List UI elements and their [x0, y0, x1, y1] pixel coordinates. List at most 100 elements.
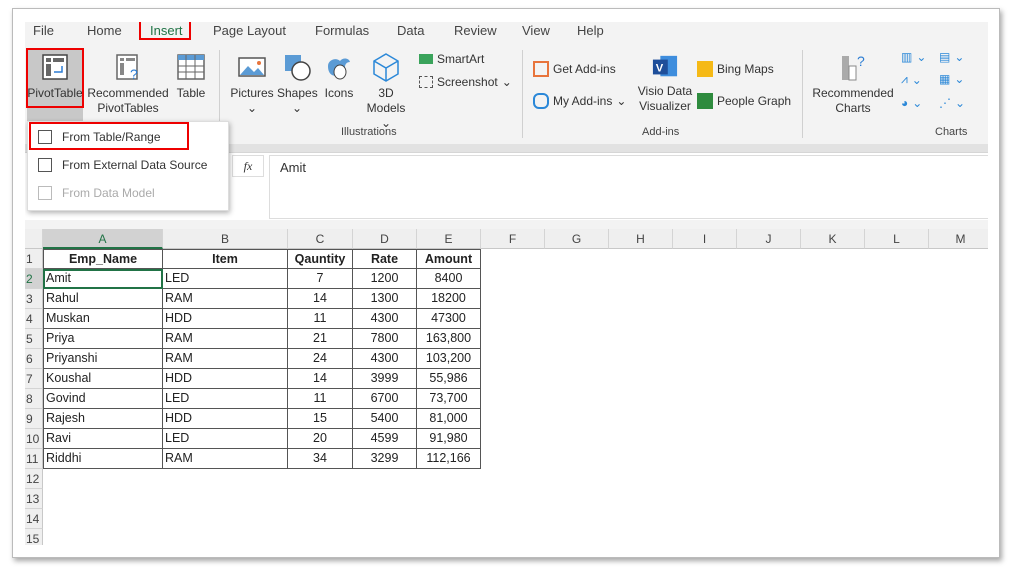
visio-button[interactable]: V Visio Data Visualizer [637, 54, 693, 114]
data-cell[interactable]: Priya [43, 329, 163, 349]
data-cell[interactable]: 15 [288, 409, 353, 429]
data-cell[interactable]: 103,200 [417, 349, 481, 369]
data-cell[interactable]: 3299 [353, 449, 417, 469]
data-cell[interactable]: Rajesh [43, 409, 163, 429]
data-cell[interactable]: 5400 [353, 409, 417, 429]
header-cell[interactable]: Qauntity [288, 249, 353, 269]
row-header-3[interactable]: 3 [25, 289, 43, 309]
column-header-L[interactable]: L [865, 229, 929, 249]
tab-data[interactable]: Data [397, 23, 424, 38]
tab-file[interactable]: File [33, 23, 54, 38]
row-header-8[interactable]: 8 [25, 389, 43, 409]
header-cell[interactable]: Item [163, 249, 288, 269]
column-header-G[interactable]: G [545, 229, 609, 249]
row-header-10[interactable]: 10 [25, 429, 43, 449]
row-header-1[interactable]: 1 [25, 249, 43, 269]
data-cell[interactable]: 47300 [417, 309, 481, 329]
data-cell[interactable]: 4300 [353, 349, 417, 369]
data-cell[interactable]: Rahul [43, 289, 163, 309]
column-header-J[interactable]: J [737, 229, 801, 249]
data-cell[interactable]: 4300 [353, 309, 417, 329]
data-cell[interactable]: RAM [163, 349, 288, 369]
row-header-15[interactable]: 15 [25, 529, 43, 545]
data-cell[interactable]: 7800 [353, 329, 417, 349]
statistic-chart-button[interactable]: ▦ ⌄ [939, 72, 964, 86]
data-cell[interactable]: 14 [288, 369, 353, 389]
tab-view[interactable]: View [522, 23, 550, 38]
data-cell[interactable]: 4599 [353, 429, 417, 449]
data-cell[interactable]: 1300 [353, 289, 417, 309]
screenshot-button[interactable]: Screenshot ⌄ [419, 75, 512, 89]
column-header-C[interactable]: C [288, 229, 353, 249]
data-cell[interactable]: LED [163, 429, 288, 449]
column-header-A[interactable]: A [43, 229, 163, 249]
data-cell[interactable]: Ravi [43, 429, 163, 449]
column-header-F[interactable]: F [481, 229, 545, 249]
data-cell[interactable]: Priyanshi [43, 349, 163, 369]
icons-button[interactable]: Icons [321, 52, 357, 101]
data-cell[interactable]: 112,166 [417, 449, 481, 469]
data-cell[interactable]: 21 [288, 329, 353, 349]
data-cell[interactable]: 34 [288, 449, 353, 469]
data-cell[interactable]: Koushal [43, 369, 163, 389]
row-header-14[interactable]: 14 [25, 509, 43, 529]
data-cell[interactable]: 55,986 [417, 369, 481, 389]
column-header-B[interactable]: B [163, 229, 288, 249]
data-cell[interactable]: 73,700 [417, 389, 481, 409]
line-chart-button[interactable]: ⩘ ⌄ [901, 72, 922, 87]
select-all-button[interactable] [25, 229, 43, 249]
data-cell[interactable]: HDD [163, 369, 288, 389]
data-cell[interactable]: 18200 [417, 289, 481, 309]
row-header-5[interactable]: 5 [25, 329, 43, 349]
data-cell[interactable]: 1200 [353, 269, 417, 289]
tab-formulas[interactable]: Formulas [315, 23, 369, 38]
data-cell[interactable]: 20 [288, 429, 353, 449]
data-cell[interactable]: 91,980 [417, 429, 481, 449]
data-cell[interactable]: Muskan [43, 309, 163, 329]
data-cell[interactable]: RAM [163, 329, 288, 349]
tab-page-layout[interactable]: Page Layout [213, 23, 286, 38]
tab-review[interactable]: Review [454, 23, 497, 38]
pie-chart-button[interactable]: ◕ ⌄ [901, 96, 922, 110]
data-cell[interactable]: HDD [163, 409, 288, 429]
data-cell[interactable]: 24 [288, 349, 353, 369]
tab-home[interactable]: Home [87, 23, 122, 38]
data-cell[interactable]: 163,800 [417, 329, 481, 349]
data-cell[interactable]: 81,000 [417, 409, 481, 429]
data-cell[interactable]: 11 [288, 309, 353, 329]
smartart-button[interactable]: SmartArt [419, 52, 484, 66]
get-addins-button[interactable]: Get Add-ins [533, 61, 616, 77]
fx-button[interactable]: fx [232, 155, 264, 177]
column-header-E[interactable]: E [417, 229, 481, 249]
data-cell[interactable]: Riddhi [43, 449, 163, 469]
row-header-4[interactable]: 4 [25, 309, 43, 329]
3d-models-button[interactable]: 3D Models ⌄ [361, 52, 411, 131]
header-cell[interactable]: Emp_Name [43, 249, 163, 269]
row-header-13[interactable]: 13 [25, 489, 43, 509]
data-cell[interactable]: HDD [163, 309, 288, 329]
data-cell[interactable]: RAM [163, 289, 288, 309]
data-cell[interactable]: 7 [288, 269, 353, 289]
shapes-button[interactable]: Shapes ⌄ [277, 52, 318, 116]
row-header-7[interactable]: 7 [25, 369, 43, 389]
row-header-11[interactable]: 11 [25, 449, 43, 469]
data-cell[interactable]: LED [163, 269, 288, 289]
data-cell[interactable]: 14 [288, 289, 353, 309]
column-header-H[interactable]: H [609, 229, 673, 249]
recommended-pivottables-button[interactable]: ? Recommended PivotTables [87, 52, 169, 116]
selected-cell[interactable]: Amit [43, 269, 163, 289]
recommended-charts-button[interactable]: ? Recommended Charts [809, 52, 897, 116]
data-cell[interactable]: RAM [163, 449, 288, 469]
data-cell[interactable]: 11 [288, 389, 353, 409]
column-header-I[interactable]: I [673, 229, 737, 249]
data-cell[interactable]: Govind [43, 389, 163, 409]
menu-item-from-external-data-source[interactable]: From External Data Source [38, 158, 207, 172]
header-cell[interactable]: Amount [417, 249, 481, 269]
row-header-6[interactable]: 6 [25, 349, 43, 369]
row-header-2[interactable]: 2 [25, 269, 43, 289]
column-header-M[interactable]: M [929, 229, 988, 249]
data-cell[interactable]: 3999 [353, 369, 417, 389]
people-graph-button[interactable]: People Graph [697, 93, 791, 109]
pictures-button[interactable]: Pictures ⌄ [229, 52, 275, 116]
column-header-D[interactable]: D [353, 229, 417, 249]
